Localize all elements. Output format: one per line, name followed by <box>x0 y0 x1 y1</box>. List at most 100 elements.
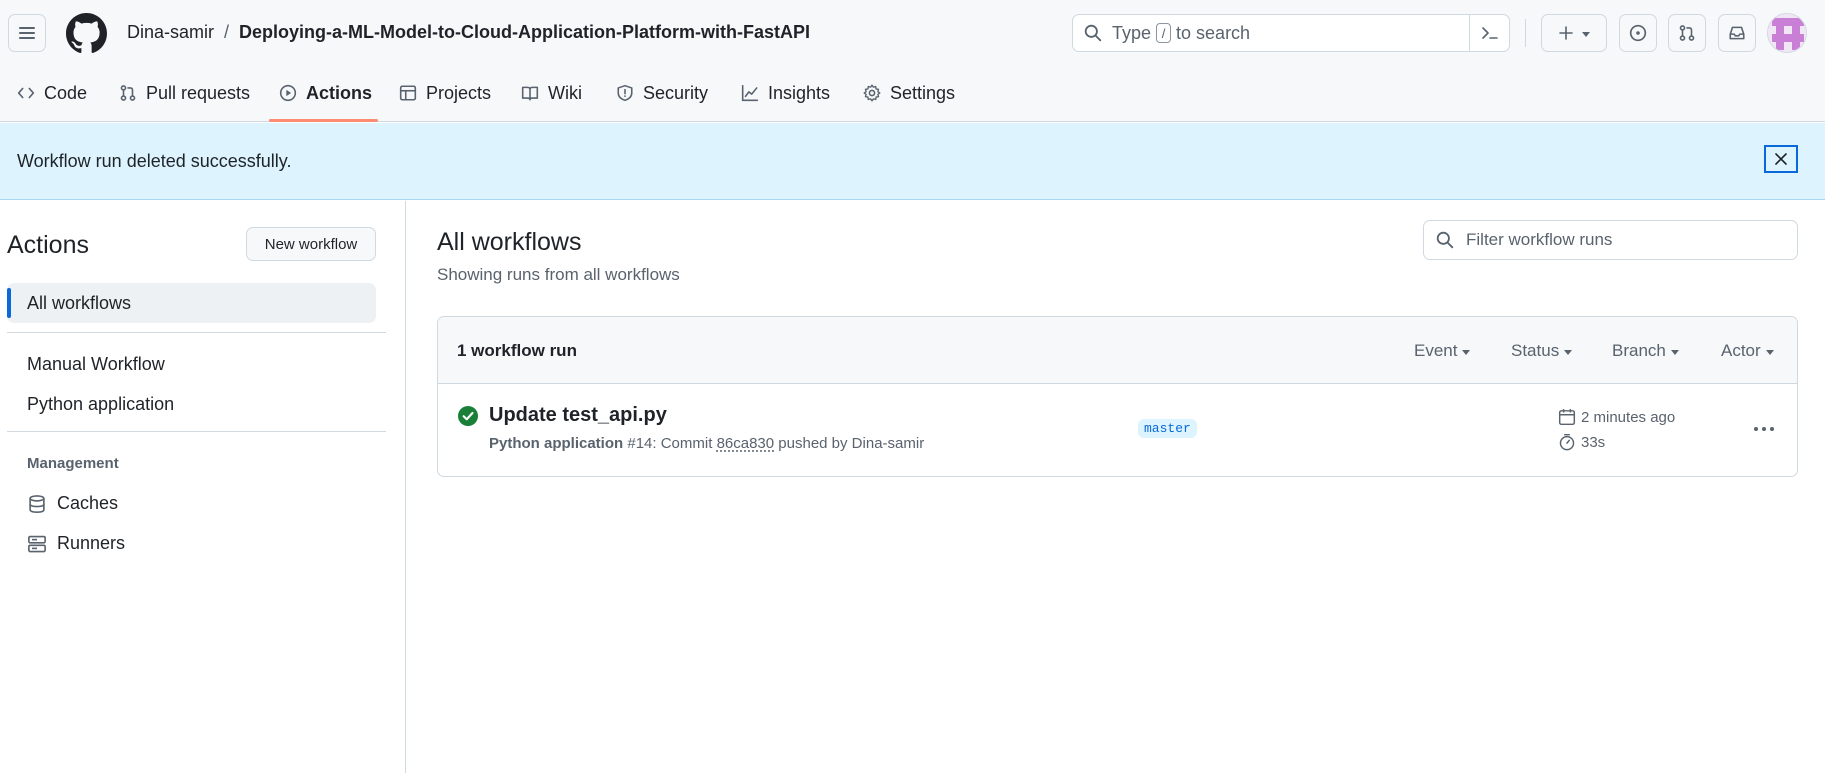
sidebar-item-label: All workflows <box>27 293 132 313</box>
flash-close-button[interactable] <box>1764 145 1798 173</box>
tab-wiki[interactable]: Wiki <box>521 78 582 122</box>
status-filter-dropdown[interactable]: Status <box>1511 341 1573 361</box>
branch-filter-dropdown[interactable]: Branch <box>1612 341 1679 361</box>
run-title-link[interactable]: Update test_api.py <box>489 404 667 427</box>
tab-code-label: Code <box>44 83 88 103</box>
tab-insights[interactable]: Insights <box>741 78 830 122</box>
page-subtitle: Showing runs from all workflows <box>437 265 680 284</box>
management-heading: Management <box>27 455 119 472</box>
active-item-indicator <box>7 288 11 318</box>
chevron-down-icon <box>1582 31 1590 37</box>
git-pull-request-icon <box>120 85 136 101</box>
run-timestamp: 2 minutes ago <box>1558 408 1675 426</box>
database-icon <box>29 494 45 513</box>
tab-projects[interactable]: Projects <box>399 78 491 122</box>
search-input[interactable]: Type / to search <box>1072 14 1510 52</box>
filter-workflow-runs-input[interactable]: Filter workflow runs <box>1423 220 1798 260</box>
chevron-down-icon <box>1765 349 1774 355</box>
commit-sha-link[interactable]: 86ca830 <box>717 435 775 452</box>
tab-projects-label: Projects <box>426 83 492 103</box>
run-commit-prefix: : Commit <box>652 435 713 452</box>
issues-button[interactable] <box>1619 14 1657 52</box>
status-filter-label: Status <box>1511 341 1560 360</box>
run-duration-text: 33s <box>1581 433 1606 451</box>
check-circle-fill-icon <box>458 406 478 426</box>
top-bar: Dina-samir / Deploying-a-ML-Model-to-Clo… <box>0 0 1825 66</box>
graph-icon <box>741 84 759 102</box>
git-pull-request-icon <box>1679 25 1695 41</box>
tab-code[interactable]: Code <box>17 78 87 122</box>
tab-settings-label: Settings <box>890 83 956 103</box>
tab-settings[interactable]: Settings <box>863 78 955 122</box>
sidebar-divider <box>7 431 386 432</box>
menu-button[interactable] <box>8 14 46 52</box>
runs-count: 1 workflow run <box>457 341 577 360</box>
sidebar-divider <box>7 332 386 333</box>
tab-security-label: Security <box>643 83 709 103</box>
actor-filter-dropdown[interactable]: Actor <box>1721 341 1774 361</box>
create-new-button[interactable] <box>1541 14 1607 52</box>
search-icon <box>1084 24 1102 42</box>
sidebar-item-label: Runners <box>57 533 126 553</box>
calendar-icon <box>1558 409 1576 426</box>
flash-banner: Workflow run deleted successfully. <box>0 123 1825 200</box>
kebab-horizontal-icon <box>1754 427 1774 431</box>
inbox-icon <box>1729 26 1745 40</box>
branch-badge[interactable]: master <box>1138 419 1197 438</box>
command-palette-button[interactable] <box>1469 15 1509 51</box>
breadcrumb-repo-link[interactable]: Deploying-a-ML-Model-to-Cloud-Applicatio… <box>239 22 810 43</box>
run-number: #14 <box>627 435 653 452</box>
header-divider <box>1525 19 1526 47</box>
sidebar-item-all-workflows[interactable]: All workflows <box>7 283 376 323</box>
code-icon <box>17 87 35 99</box>
workflow-run-row[interactable]: Update test_api.py Python application #1… <box>438 384 1797 476</box>
sidebar-item-caches[interactable]: Caches <box>27 493 118 514</box>
event-filter-dropdown[interactable]: Event <box>1414 341 1471 361</box>
breadcrumb-separator: / <box>224 22 230 42</box>
sidebar-item-label: Caches <box>57 493 119 513</box>
hamburger-icon <box>19 27 35 39</box>
avatar[interactable] <box>1767 13 1807 53</box>
run-workflow-name: Python application <box>489 435 624 452</box>
search-placeholder-prefix: Type <box>1112 22 1152 43</box>
breadcrumb: Dina-samir / Deploying-a-ML-Model-to-Clo… <box>127 22 810 43</box>
search-placeholder-suffix: to search <box>1176 22 1251 43</box>
tab-pull-requests-label: Pull requests <box>146 83 251 103</box>
run-duration: 33s <box>1558 433 1605 451</box>
inbox-button[interactable] <box>1718 14 1756 52</box>
sidebar-item-runners[interactable]: Runners <box>27 533 125 554</box>
active-tab-indicator <box>269 119 378 122</box>
branch-filter-label: Branch <box>1612 341 1666 360</box>
identicon-avatar-icon <box>1768 14 1806 52</box>
search-icon <box>1436 231 1454 249</box>
shield-icon <box>617 84 633 102</box>
sidebar-item-python-application[interactable]: Python application <box>27 394 174 415</box>
server-icon <box>28 535 46 552</box>
sidebar-item-label: Python application <box>27 394 175 414</box>
breadcrumb-owner-link[interactable]: Dina-samir <box>127 22 214 43</box>
search-shortcut-key: / <box>1156 23 1172 43</box>
github-logo-icon[interactable] <box>66 13 107 54</box>
tab-pull-requests[interactable]: Pull requests <box>119 78 250 122</box>
run-when-text: 2 minutes ago <box>1581 408 1676 426</box>
tab-actions[interactable]: Actions <box>279 78 372 122</box>
issue-opened-icon <box>1629 24 1647 42</box>
filter-placeholder: Filter workflow runs <box>1466 230 1613 249</box>
tab-security[interactable]: Security <box>616 78 708 122</box>
app-header: Dina-samir / Deploying-a-ML-Model-to-Clo… <box>0 0 1825 122</box>
sidebar-item-manual-workflow[interactable]: Manual Workflow <box>27 354 165 375</box>
run-options-button[interactable] <box>1746 413 1782 445</box>
close-icon <box>1775 153 1787 165</box>
chevron-down-icon <box>1462 349 1471 355</box>
sidebar-item-label: Manual Workflow <box>27 354 165 374</box>
search-placeholder: Type / to search <box>1112 23 1250 44</box>
new-workflow-button[interactable]: New workflow <box>246 227 376 261</box>
event-filter-label: Event <box>1414 341 1458 360</box>
run-meta: Python application #14: Commit 86ca830 p… <box>489 435 924 452</box>
tab-wiki-label: Wiki <box>548 83 582 103</box>
pull-requests-button[interactable] <box>1668 14 1706 52</box>
page-title: All workflows <box>437 228 582 256</box>
workflow-runs-list: 1 workflow run Event Status Branch Actor… <box>437 316 1798 477</box>
chevron-down-icon <box>1670 349 1679 355</box>
tab-insights-label: Insights <box>768 83 831 103</box>
